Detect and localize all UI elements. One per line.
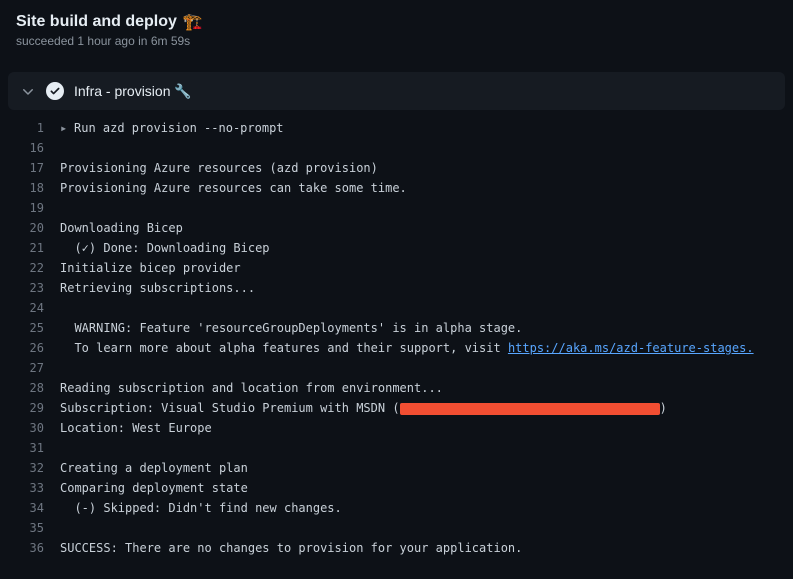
log-line: 31 [0,438,793,458]
log-line: 20Downloading Bicep [0,218,793,238]
line-number: 21 [0,238,60,258]
step-header[interactable]: Infra - provision 🔧 [8,72,785,110]
status-time: 1 hour ago [77,34,134,48]
title-emoji: 🏗️ [183,12,203,32]
line-number: 23 [0,278,60,298]
log-line: 32Creating a deployment plan [0,458,793,478]
chevron-down-icon [20,83,36,99]
line-number: 28 [0,378,60,398]
log-text: Retrieving subscriptions... [60,278,255,298]
log-line: 23Retrieving subscriptions... [0,278,793,298]
log-line: 27 [0,358,793,378]
log-text: WARNING: Feature 'resourceGroupDeploymen… [60,318,522,338]
line-number: 29 [0,398,60,418]
line-number: 32 [0,458,60,478]
line-number: 25 [0,318,60,338]
log-line: 16 [0,138,793,158]
log-output: 1 ▸ Run azd provision --no-prompt 1617Pr… [0,110,793,566]
log-line: 33Comparing deployment state [0,478,793,498]
line-number: 18 [0,178,60,198]
log-line: 18Provisioning Azure resources can take … [0,178,793,198]
log-text: Location: West Europe [60,418,212,438]
log-line: 26 To learn more about alpha features an… [0,338,793,358]
log-text: SUCCESS: There are no changes to provisi… [60,538,522,558]
log-line: 25 WARNING: Feature 'resourceGroupDeploy… [0,318,793,338]
check-circle-icon [46,82,64,100]
line-number: 30 [0,418,60,438]
log-text: Reading subscription and location from e… [60,378,443,398]
line-number: 34 [0,498,60,518]
status-label: succeeded [16,34,74,48]
step-name: Infra - provision 🔧 [74,83,192,100]
line-number: 24 [0,298,60,318]
redacted-block [400,403,660,415]
line-number: 22 [0,258,60,278]
log-line: 30Location: West Europe [0,418,793,438]
status-duration: 6m 59s [151,34,190,48]
line-number: 33 [0,478,60,498]
log-line: 29Subscription: Visual Studio Premium wi… [0,398,793,418]
line-number: 35 [0,518,60,538]
log-text: Downloading Bicep [60,218,183,238]
line-number: 17 [0,158,60,178]
log-text: To learn more about alpha features and t… [60,338,754,358]
log-line: 24 [0,298,793,318]
page-title: Site build and deploy [16,13,177,31]
line-number: 27 [0,358,60,378]
workflow-header: Site build and deploy 🏗️ succeeded 1 hou… [0,0,793,56]
log-text: (✓) Done: Downloading Bicep [60,238,270,258]
log-text: (-) Skipped: Didn't find new changes. [60,498,342,518]
log-summary-line[interactable]: 1 ▸ Run azd provision --no-prompt [0,118,793,138]
disclosure-triangle-icon: ▸ [60,118,70,138]
log-line: 35 [0,518,793,538]
log-line: 36SUCCESS: There are no changes to provi… [0,538,793,558]
log-line: 19 [0,198,793,218]
log-line: 21 (✓) Done: Downloading Bicep [0,238,793,258]
line-number: 20 [0,218,60,238]
log-text: Comparing deployment state [60,478,248,498]
line-number: 16 [0,138,60,158]
log-line: 17Provisioning Azure resources (azd prov… [0,158,793,178]
line-number: 31 [0,438,60,458]
status-in: in [138,34,147,48]
log-text: Initialize bicep provider [60,258,241,278]
log-text: Provisioning Azure resources can take so… [60,178,407,198]
line-number: 36 [0,538,60,558]
log-text: Provisioning Azure resources (azd provis… [60,158,378,178]
log-text: Subscription: Visual Studio Premium with… [60,398,667,418]
workflow-status: succeeded 1 hour ago in 6m 59s [16,34,777,48]
log-text: Run azd provision --no-prompt [74,118,284,138]
log-text: Creating a deployment plan [60,458,248,478]
log-line: 22Initialize bicep provider [0,258,793,278]
log-line: 34 (-) Skipped: Didn't find new changes. [0,498,793,518]
line-number: 1 [0,118,60,138]
line-number: 19 [0,198,60,218]
line-number: 26 [0,338,60,358]
log-link[interactable]: https://aka.ms/azd-feature-stages. [508,341,754,355]
log-line: 28Reading subscription and location from… [0,378,793,398]
